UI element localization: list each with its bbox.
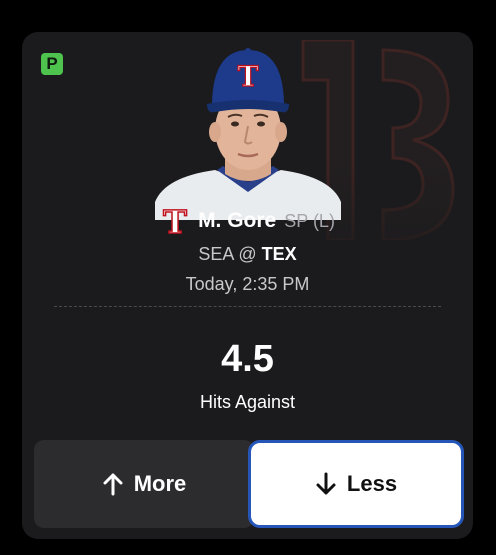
dashed-divider	[54, 306, 441, 307]
less-button[interactable]: Less	[248, 440, 464, 528]
player-name-row: T M. Gore SP (L)	[22, 204, 473, 238]
home-team: TEX	[261, 244, 297, 264]
projection-value: 4.5	[221, 338, 274, 380]
stat-type: Hits Against	[199, 392, 296, 412]
more-button[interactable]: More	[34, 440, 254, 528]
player-position: SP (L)	[284, 210, 335, 231]
away-team: SEA	[198, 244, 234, 264]
projection-card: P T T M. Gore SP (L) SEA @ TEX Today, 2:…	[22, 32, 473, 539]
arrow-up-icon	[103, 473, 123, 496]
more-button-label: More	[133, 471, 187, 496]
less-button-label: Less	[346, 471, 398, 496]
player-name: M. Gore	[198, 209, 277, 232]
arrow-down-icon	[316, 472, 336, 495]
matchup-separator: @	[238, 244, 257, 264]
status-badge: P	[41, 53, 63, 75]
game-time: Today, 2:35 PM	[185, 274, 310, 294]
svg-text:T: T	[163, 204, 187, 238]
rangers-t-logo-icon: T	[162, 204, 188, 238]
game-matchup: SEA @ TEX	[22, 244, 473, 265]
svg-text:T: T	[238, 60, 259, 93]
player-headshot: T	[155, 48, 341, 220]
